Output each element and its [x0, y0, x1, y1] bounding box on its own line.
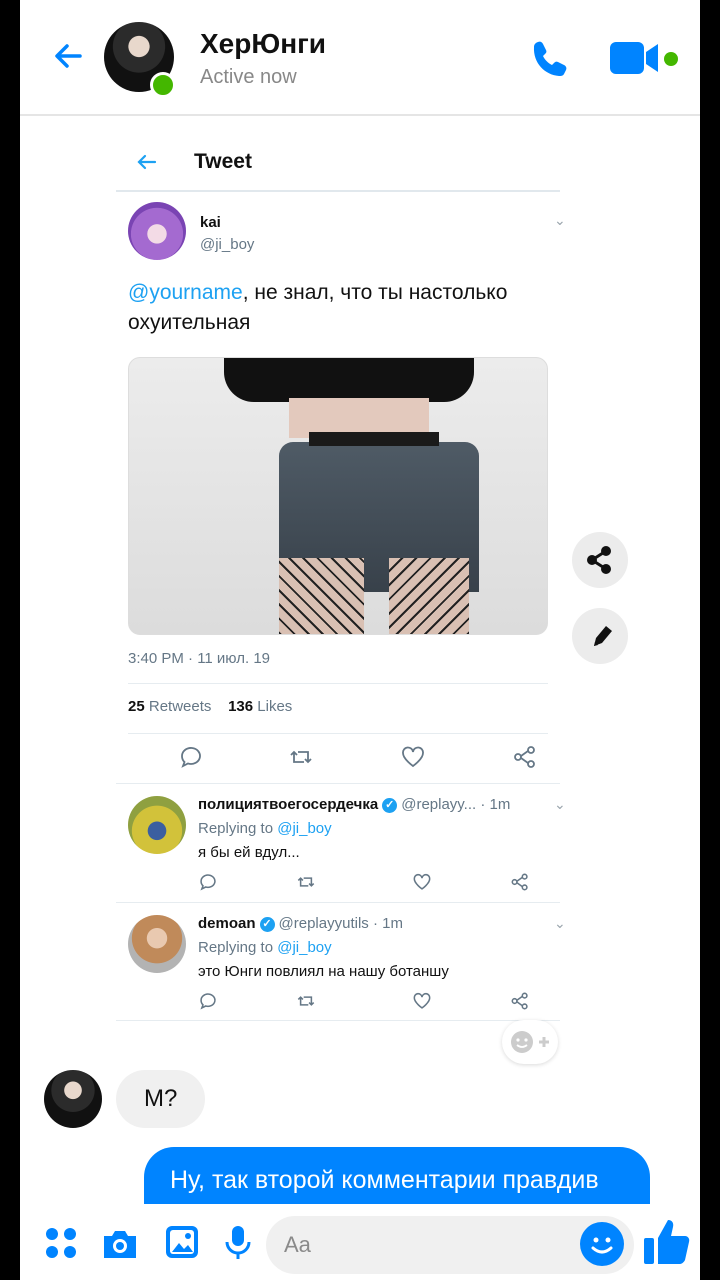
tweet-stats: 25 Retweets 136 Likes [128, 698, 292, 715]
tweet-mention: @yourname [128, 281, 243, 304]
tweet-image [128, 357, 548, 635]
tweet-title: Tweet [194, 150, 252, 173]
tweet-back-icon [137, 154, 157, 170]
replying-to: Replying to @ji_boy [198, 820, 332, 837]
image-icon[interactable] [162, 1222, 202, 1262]
reply-meta: @replayy... · 1m [401, 796, 511, 813]
chevron-down-icon: ⌄ [554, 796, 566, 812]
apps-icon[interactable] [42, 1224, 82, 1264]
verified-icon: ✓ [382, 797, 398, 813]
emoji-add-icon [511, 1031, 549, 1053]
reply-meta: @replayyutils · 1m [278, 915, 403, 932]
thumbs-up-icon[interactable] [642, 1216, 692, 1268]
chevron-down-icon: ⌄ [554, 212, 566, 228]
reply-avatar [128, 915, 186, 973]
phone-icon[interactable] [528, 36, 572, 80]
share-tweet-icon [511, 992, 528, 1010]
replying-to: Replying to @ji_boy [198, 939, 332, 956]
tweet-screenshot: Tweet kai @ji_boy ⌄ @yourname, не знал, … [116, 130, 566, 1021]
emoji-button[interactable] [580, 1222, 624, 1266]
tweet-text: @yourname, не знал, что ты настолько оху… [128, 278, 548, 338]
reply-icon [200, 993, 216, 1010]
verified-icon: ✓ [259, 916, 275, 932]
tweet-author-avatar [128, 202, 186, 260]
camera-icon[interactable] [100, 1224, 140, 1264]
outgoing-message-text: Ну, так второй комментарии правдив [170, 1166, 599, 1194]
reply-icon [181, 747, 201, 768]
share-tweet-icon [511, 873, 528, 891]
likes-label: Likes [257, 698, 293, 715]
video-online-dot [664, 52, 678, 66]
message-input-placeholder: Aa [284, 1232, 311, 1257]
edit-button[interactable] [572, 608, 628, 664]
retweet-icon [290, 750, 312, 764]
likes-count: 136 [228, 698, 254, 715]
heart-icon [402, 746, 424, 768]
contact-avatar-small [44, 1070, 102, 1128]
tweet-author-name: kai [200, 214, 221, 231]
tweet-timestamp: 3:40 PM · 11 июл. 19 [128, 650, 271, 667]
message-composer: Aa [20, 1204, 700, 1280]
divider [128, 683, 548, 684]
back-arrow-icon[interactable] [50, 38, 86, 74]
divider [116, 783, 560, 784]
reply-author-name: полициятвоегосердечка [198, 796, 379, 813]
divider [116, 1020, 560, 1021]
heart-icon [413, 873, 431, 890]
reply-author-name: demoan [198, 915, 256, 932]
emoji-icon [591, 1237, 613, 1254]
retweets-count: 25 [128, 698, 145, 715]
retweets-label: Retweets [148, 698, 212, 715]
retweet-icon [297, 996, 315, 1006]
divider [116, 190, 560, 192]
add-reaction-button[interactable] [502, 1020, 558, 1064]
reply-author: demoan ✓ @replayyutils · 1m [198, 915, 403, 932]
reply-author: полициятвоегосердечка ✓ @replayy... · 1m [198, 796, 510, 813]
mic-icon[interactable] [218, 1222, 258, 1262]
contact-name[interactable]: ХерЮнги [200, 28, 326, 60]
retweet-icon [297, 877, 315, 887]
contact-status: Active now [200, 66, 297, 88]
tweet-author-handle: @ji_boy [200, 236, 255, 253]
chevron-down-icon: ⌄ [554, 915, 566, 931]
reply-icon [200, 874, 216, 891]
share-tweet-icon [514, 746, 535, 768]
share-icon [587, 546, 611, 574]
chat-header: ХерЮнги Active now [20, 0, 700, 116]
incoming-message[interactable]: М? [116, 1070, 206, 1128]
pencil-icon [594, 626, 612, 646]
divider [128, 733, 548, 734]
online-indicator [150, 72, 176, 98]
reply-avatar [128, 796, 186, 854]
heart-icon [413, 992, 431, 1009]
reply-text: я бы ей вдул... [198, 844, 300, 861]
reply-text: это Юнги повлиял на нашу ботаншу [198, 963, 449, 980]
message-input[interactable]: Aa [266, 1216, 634, 1274]
divider [116, 902, 560, 903]
share-button[interactable] [572, 532, 628, 588]
messenger-screen: ХерЮнги Active now Tweet kai @ji_boy ⌄ @… [20, 0, 700, 1280]
